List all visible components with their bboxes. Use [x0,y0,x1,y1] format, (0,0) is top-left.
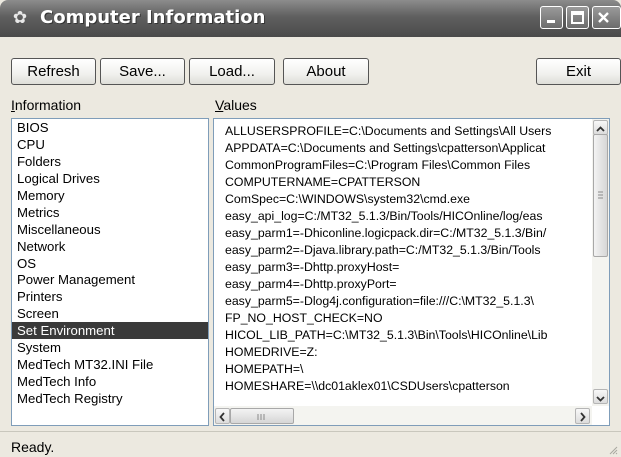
list-item[interactable]: Folders [12,153,208,170]
list-item[interactable]: Screen [12,305,208,322]
status-text: Ready. [11,439,55,455]
resize-grip-icon[interactable] [607,444,619,456]
values-label-rest: alues [223,97,257,113]
value-line[interactable]: HOMEDRIVE=Z: [225,344,593,361]
maximize-button[interactable] [566,6,589,29]
value-line[interactable]: easy_parm4=-Dhttp.proxyPort= [225,276,593,293]
horizontal-scroll-thumb[interactable] [230,408,294,424]
value-line[interactable]: COMPUTERNAME=CPATTERSON [225,174,593,191]
list-item[interactable]: Printers [12,288,208,305]
list-item[interactable]: Network [12,238,208,255]
list-item[interactable]: BIOS [12,119,208,136]
value-line[interactable]: ComSpec=C:\WINDOWS\system32\cmd.exe [225,191,593,208]
list-item[interactable]: MedTech MT32.INI File [12,356,208,373]
minimize-button[interactable] [540,6,563,29]
values-list[interactable]: ALLUSERSPROFILE=C:\Documents and Setting… [213,118,610,426]
value-line[interactable]: easy_parm1=-Dhiconline.logicpack.dir=C:/… [225,225,593,242]
save-button[interactable]: Save... [100,58,185,85]
list-item[interactable]: Power Management [12,271,208,288]
app-icon: ✿ [12,8,28,28]
scroll-left-button[interactable] [215,408,230,424]
value-line[interactable]: easy_api_log=C:/MT32_5.1.3/Bin/Tools/HIC… [225,208,593,225]
value-line[interactable]: HICOL_LIB_PATH=C:\MT32_5.1.3\Bin\Tools\H… [225,327,593,344]
list-item[interactable]: OS [12,255,208,272]
list-item[interactable]: MedTech Registry [12,390,208,407]
value-line[interactable]: easy_parm3=-Dhttp.proxyHost= [225,259,593,276]
list-item[interactable]: Metrics [12,204,208,221]
title-bar[interactable]: ✿ Computer Information [0,0,621,37]
close-button[interactable] [592,6,621,29]
value-line[interactable]: easy_parm2=-Djava.library.path=C:/MT32_5… [225,242,593,259]
close-icon [598,12,609,23]
horizontal-scrollbar[interactable] [214,406,592,425]
chevron-down-icon [596,396,605,402]
value-line[interactable]: HOMEPATH=\ [225,361,593,378]
value-line[interactable]: CommonProgramFiles=C:\Program Files\Comm… [225,157,593,174]
maximize-icon [571,11,584,24]
scroll-right-button[interactable] [575,408,590,424]
minimize-icon [547,20,555,23]
list-item[interactable]: MedTech Info [12,373,208,390]
vertical-scroll-thumb[interactable] [593,134,608,257]
vertical-scrollbar[interactable] [592,119,609,406]
grip-icon [257,414,265,420]
information-pane-label: Information [11,97,81,113]
value-line[interactable]: ALLUSERSPROFILE=C:\Documents and Setting… [225,123,593,140]
list-item[interactable]: Set Environment [12,322,208,340]
exit-button[interactable]: Exit [536,58,621,85]
scroll-down-button[interactable] [593,389,608,404]
value-line[interactable]: HOMESHARE=\\dc01aklex01\CSDUsers\cpatter… [225,378,593,395]
list-item[interactable]: CPU [12,136,208,153]
chevron-right-icon [580,412,586,422]
chevron-left-icon [219,412,225,422]
list-item[interactable]: Logical Drives [12,170,208,187]
value-line[interactable]: APPDATA=C:\Documents and Settings\cpatte… [225,140,593,157]
grip-icon [598,191,603,199]
list-item[interactable]: Memory [12,187,208,204]
information-list[interactable]: BIOS CPU Folders Logical Drives Memory Metric… [11,118,209,426]
value-line[interactable]: easy_parm5=-Dlog4j.configuration=file://… [225,293,593,310]
app-window: ✿ Computer Information Refresh Save... L… [0,0,621,457]
scroll-up-button[interactable] [593,120,608,135]
load-button[interactable]: Load... [189,58,275,85]
refresh-button[interactable]: Refresh [11,58,96,85]
about-button[interactable]: About [283,58,369,85]
status-bar: Ready. [0,431,621,457]
list-item[interactable]: Miscellaneous [12,221,208,238]
values-pane-label: Values [215,97,257,113]
list-item[interactable]: System [12,339,208,356]
value-line[interactable]: FP_NO_HOST_CHECK=NO [225,310,593,327]
information-label-rest: nformation [14,97,82,113]
window-title: Computer Information [40,7,266,28]
